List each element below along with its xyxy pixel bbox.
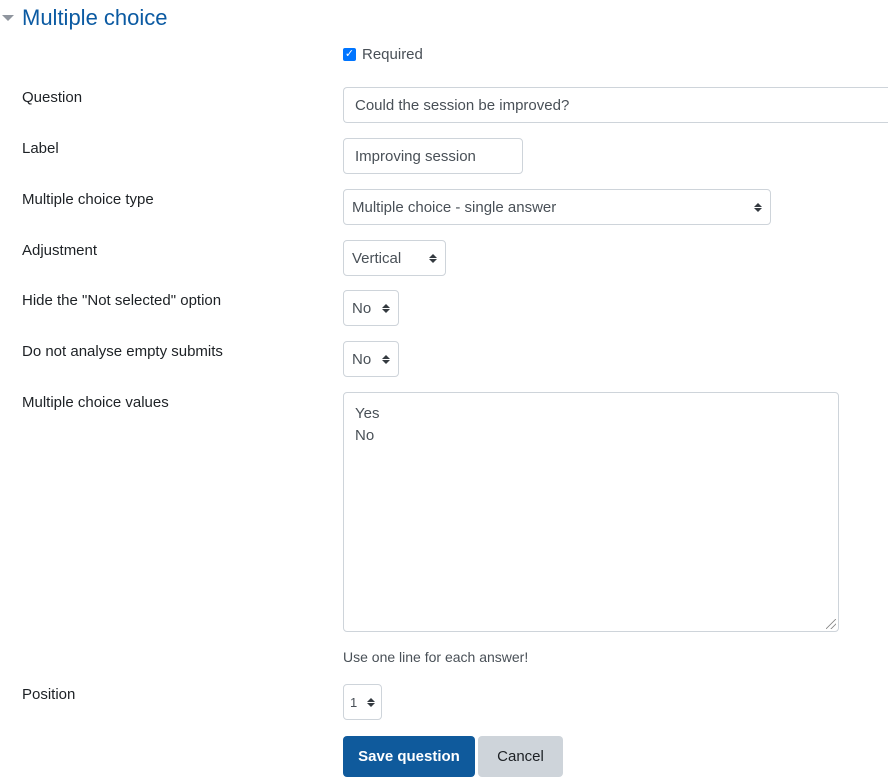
required-checkbox[interactable]: ✓ — [343, 47, 356, 61]
caret-down-icon[interactable] — [2, 15, 14, 21]
values-label: Multiple choice values — [22, 394, 169, 411]
question-input[interactable]: Could the session be improved? — [343, 87, 888, 123]
position-label: Position — [22, 686, 76, 703]
select-arrows-icon — [382, 303, 390, 313]
adjustment-label: Adjustment — [22, 242, 98, 259]
cancel-button[interactable]: Cancel — [478, 736, 563, 777]
values-help: Use one line for each answer! — [343, 649, 529, 665]
save-question-button[interactable]: Save question — [343, 736, 475, 777]
section-title: Multiple choice — [22, 5, 168, 30]
select-arrows-icon — [382, 354, 390, 364]
values-line: No — [355, 427, 375, 444]
ignore-empty-label: Do not analyse empty submits — [22, 343, 223, 360]
position-value: 1 — [350, 694, 358, 710]
select-arrows-icon — [367, 697, 375, 707]
question-value: Could the session be improved? — [355, 96, 570, 114]
type-label: Multiple choice type — [22, 191, 154, 208]
required-checkbox-row[interactable]: ✓ Required — [343, 45, 423, 63]
hide-not-selected-select[interactable]: No — [343, 290, 399, 326]
adjustment-select[interactable]: Vertical — [343, 240, 446, 276]
values-line: Yes — [355, 405, 380, 422]
select-arrows-icon — [429, 253, 437, 263]
label-input[interactable]: Improving session — [343, 138, 523, 174]
label-value: Improving session — [355, 147, 476, 165]
required-label: Required — [362, 45, 423, 63]
position-select[interactable]: 1 — [343, 684, 382, 720]
ignore-empty-select[interactable]: No — [343, 341, 399, 377]
type-value: Multiple choice - single answer — [352, 198, 557, 216]
section-header[interactable]: Multiple choice — [0, 2, 168, 34]
hide-not-selected-label: Hide the "Not selected" option — [22, 292, 222, 309]
ignore-empty-value: No — [352, 350, 372, 368]
select-arrows-icon — [754, 202, 762, 212]
label-label: Label — [22, 140, 59, 157]
question-label: Question — [22, 89, 83, 106]
values-textarea[interactable]: Yes No — [343, 392, 839, 632]
adjustment-value: Vertical — [352, 249, 402, 267]
type-select[interactable]: Multiple choice - single answer — [343, 189, 771, 225]
resize-handle-icon[interactable] — [826, 619, 836, 629]
hide-not-selected-value: No — [352, 299, 372, 317]
